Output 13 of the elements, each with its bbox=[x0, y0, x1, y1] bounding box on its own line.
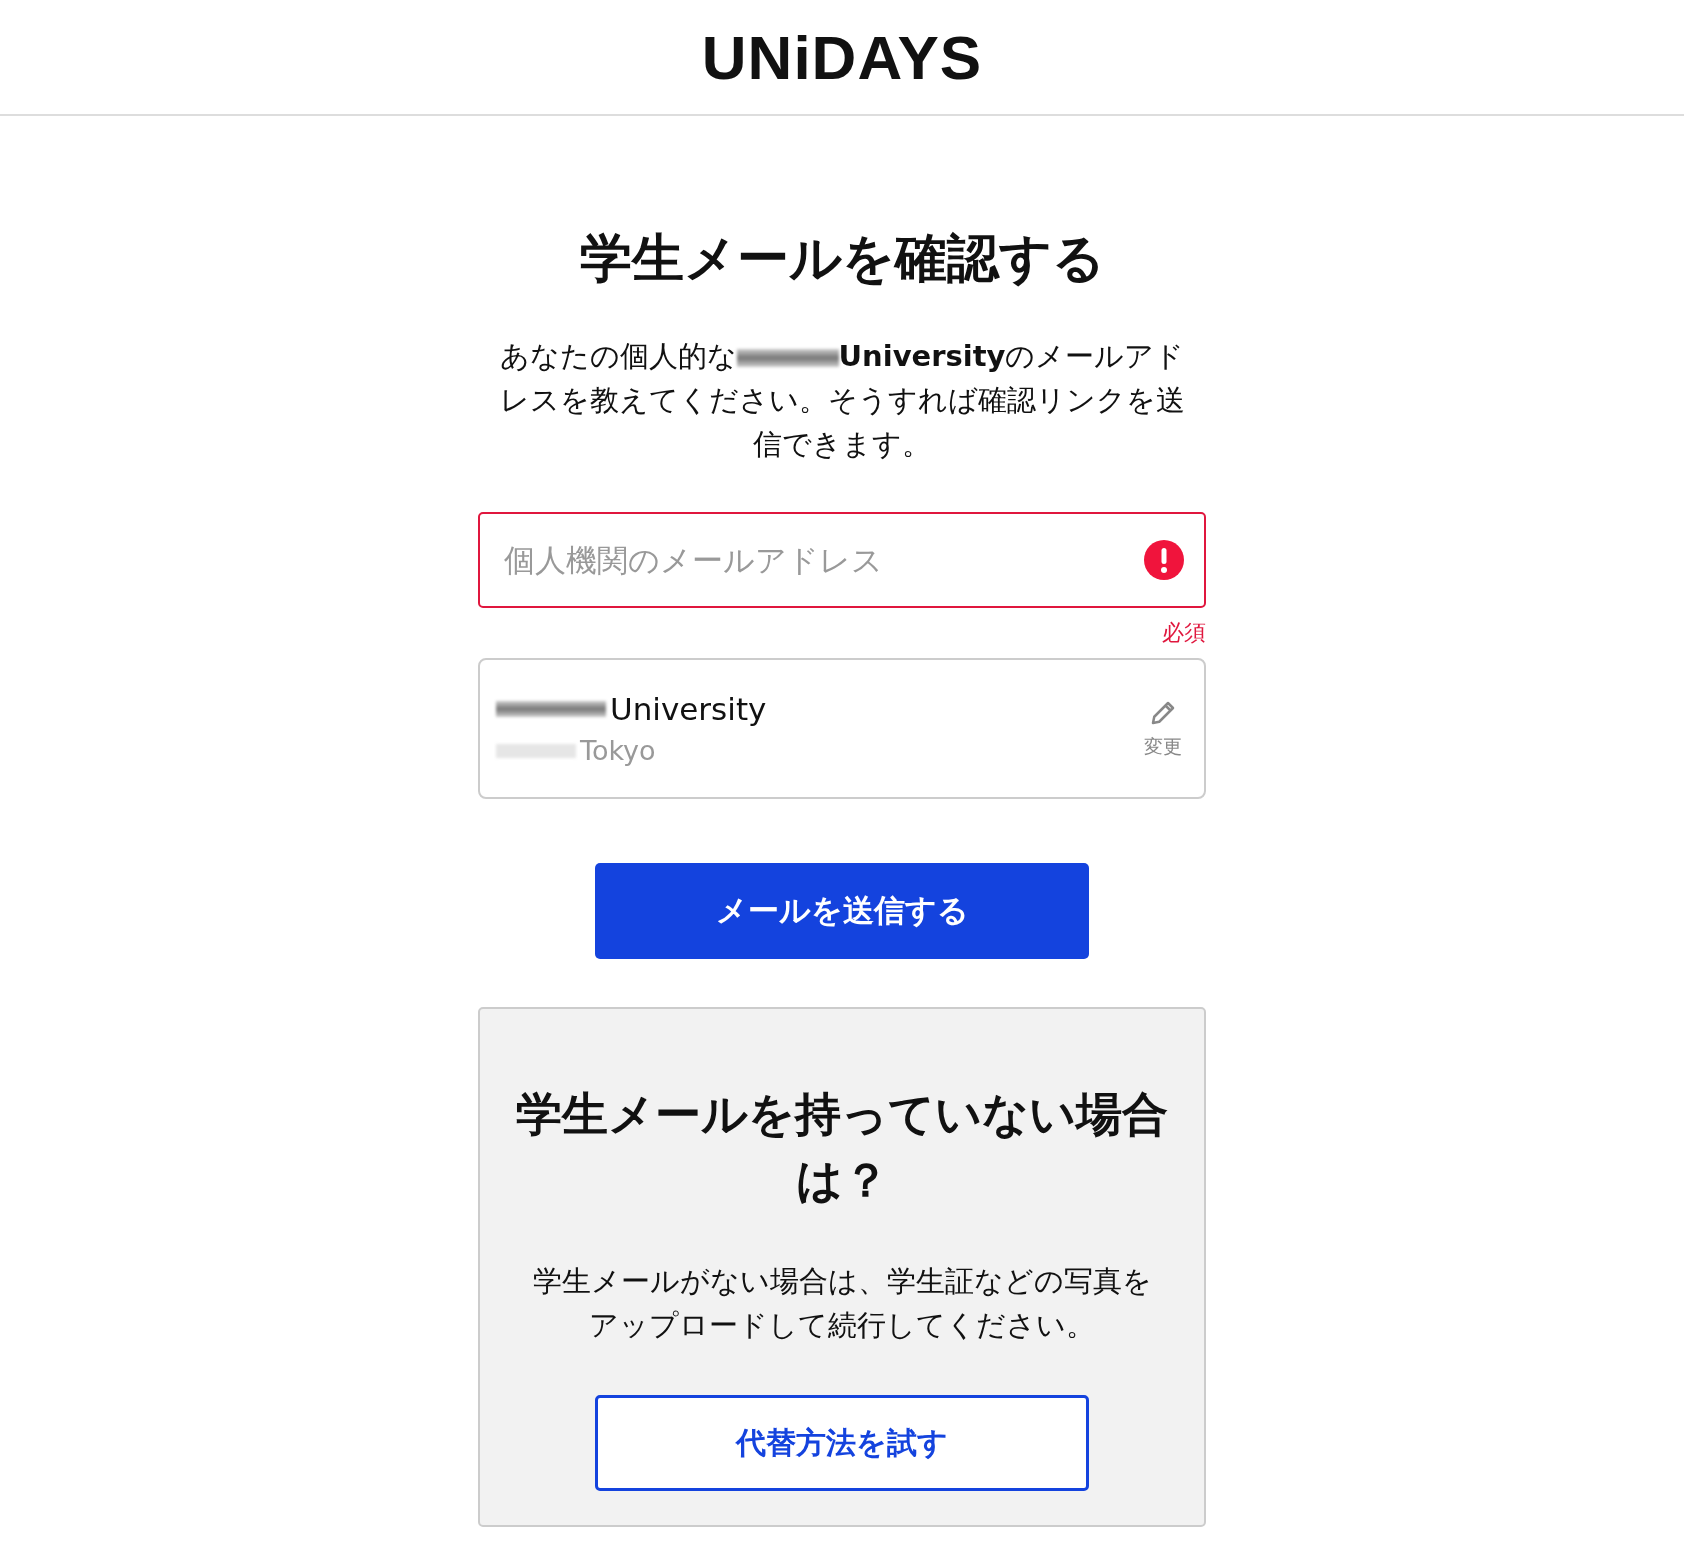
alert-icon bbox=[1144, 540, 1184, 580]
institution-location: Tokyo bbox=[580, 733, 656, 768]
change-button[interactable]: 変更 bbox=[1144, 697, 1182, 760]
send-email-button[interactable]: メールを送信する bbox=[595, 863, 1089, 959]
institution-name: University bbox=[610, 689, 767, 729]
logo[interactable]: UNiDAYS bbox=[701, 21, 983, 93]
intro-text: あなたの個人的な Universityのメールアドレスを教えてください。そうすれば確認リンクを送信できます。 bbox=[498, 338, 1186, 463]
error-text: 必須 bbox=[1162, 619, 1206, 647]
email-field[interactable]: 個人機関のメールアドレス bbox=[478, 512, 1206, 608]
alternative-method-button[interactable]: 代替方法を試す bbox=[595, 1395, 1089, 1491]
page-title: 学生メールを確認する bbox=[579, 227, 1105, 290]
card-text: 学生メールがない場合は、学生証などの写真をアップロードして続行してください。 bbox=[531, 1263, 1153, 1344]
card-title: 学生メールを持っていない場合は？ bbox=[515, 1086, 1169, 1209]
